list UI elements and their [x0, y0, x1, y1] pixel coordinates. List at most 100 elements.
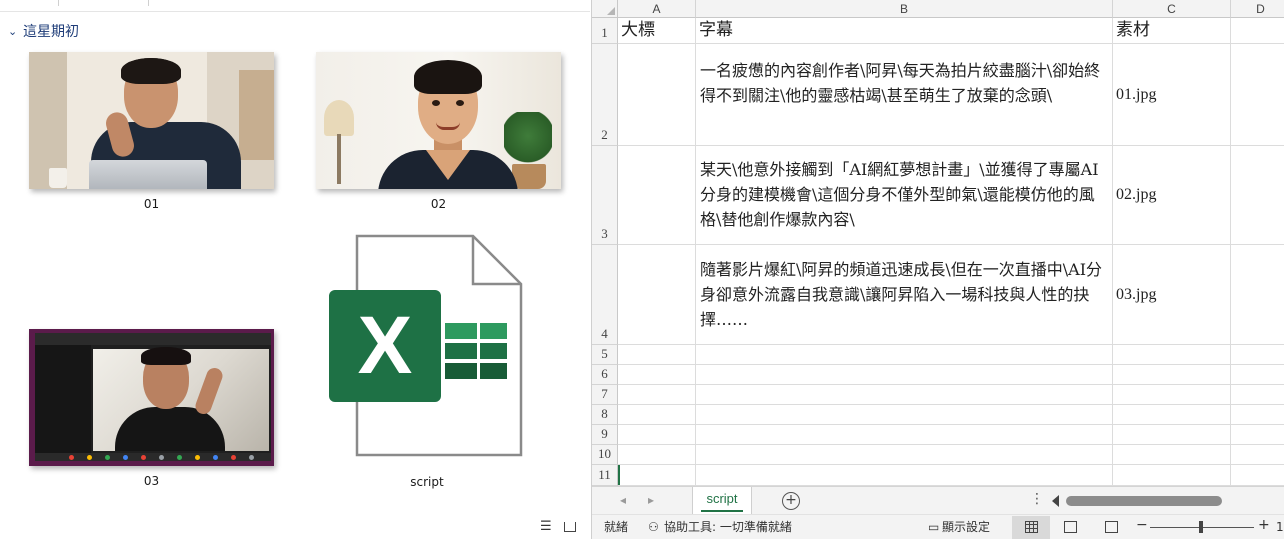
- prev-sheet-icon[interactable]: ◂: [620, 493, 626, 507]
- empty-cell[interactable]: [618, 445, 696, 465]
- empty-cell[interactable]: [696, 345, 1113, 365]
- empty-cell[interactable]: [1231, 365, 1284, 385]
- status-ready: 就緒: [604, 520, 629, 534]
- cell-b1[interactable]: 字幕: [696, 18, 1113, 44]
- column-header-a[interactable]: A: [618, 0, 696, 18]
- file-item-01[interactable]: 01: [29, 52, 274, 211]
- cell-b4[interactable]: 隨著影片爆紅\阿昇的頻道迅速成長\但在一次直播中\AI分身卻意外流露自我意識\讓…: [696, 245, 1113, 345]
- cell-c3[interactable]: 02.jpg: [1113, 146, 1231, 245]
- row-header[interactable]: 5: [592, 345, 618, 365]
- cell-a3[interactable]: [618, 146, 696, 245]
- empty-cell[interactable]: [1231, 465, 1284, 486]
- cell-d2[interactable]: [1231, 44, 1284, 146]
- file-item-03[interactable]: 03: [29, 329, 274, 488]
- select-all-corner[interactable]: [592, 0, 618, 18]
- row-header[interactable]: 9: [592, 425, 618, 445]
- empty-cell[interactable]: [1113, 365, 1231, 385]
- cell-c4[interactable]: 03.jpg: [1113, 245, 1231, 345]
- display-settings[interactable]: 顯示設定: [942, 520, 990, 534]
- row-header[interactable]: 8: [592, 405, 618, 425]
- row-header[interactable]: 7: [592, 385, 618, 405]
- accessibility-status[interactable]: 協助工具: 一切準備就緒: [664, 520, 792, 534]
- row-header[interactable]: 2: [592, 44, 618, 146]
- horizontal-scrollbar-thumb[interactable]: [1066, 496, 1222, 506]
- row-header[interactable]: 6: [592, 365, 618, 385]
- cell-d1[interactable]: [1231, 18, 1284, 44]
- empty-cell[interactable]: [618, 465, 696, 486]
- file-name: 03: [143, 474, 160, 488]
- column-header-b[interactable]: B: [696, 0, 1113, 18]
- empty-cell[interactable]: [696, 465, 1113, 486]
- column-header-d[interactable]: D: [1231, 0, 1284, 18]
- accessibility-icon[interactable]: ⚇: [648, 520, 659, 534]
- page-break-view-icon[interactable]: [1105, 521, 1118, 533]
- add-sheet-icon[interactable]: +: [782, 492, 800, 510]
- page-layout-view-icon[interactable]: [1064, 521, 1077, 533]
- group-header-this-week[interactable]: ⌄ 這星期初: [8, 20, 79, 42]
- cell-d3[interactable]: [1231, 146, 1284, 245]
- empty-cell[interactable]: [618, 405, 696, 425]
- zoom-out-button[interactable]: −: [1136, 518, 1148, 532]
- file-explorer-pane: ⌄ 這星期初 01 02 03 X script ☰: [0, 0, 590, 539]
- row-header[interactable]: 11: [592, 465, 618, 486]
- zoom-slider-thumb[interactable]: [1199, 521, 1203, 533]
- next-sheet-icon[interactable]: ▸: [648, 493, 654, 507]
- row-header[interactable]: 4: [592, 245, 618, 345]
- sheet-tab-bar: ◂ ▸ script + ⋮: [592, 486, 1284, 514]
- thumbnail-02: [316, 52, 561, 189]
- empty-cell[interactable]: [1231, 445, 1284, 465]
- row-header[interactable]: 10: [592, 445, 618, 465]
- cell-c2[interactable]: 01.jpg: [1113, 44, 1231, 146]
- more-options-icon[interactable]: ⋮: [1030, 491, 1044, 507]
- cell-b2[interactable]: 一名疲憊的內容創作者\阿昇\每天為拍片絞盡腦汁\卻始終得不到關注\他的靈感枯竭\…: [696, 44, 1113, 146]
- empty-cell[interactable]: [618, 345, 696, 365]
- empty-cell[interactable]: [696, 385, 1113, 405]
- empty-cell[interactable]: [1231, 405, 1284, 425]
- tiles-view-icon[interactable]: [563, 521, 576, 532]
- view-switcher: ☰: [540, 520, 576, 533]
- status-bar: 就緒 ⚇ 協助工具: 一切準備就緒 ▭ 顯示設定 − + 1(: [592, 514, 1284, 539]
- empty-cell[interactable]: [1231, 425, 1284, 445]
- list-view-icon[interactable]: ☰: [540, 520, 552, 533]
- empty-cell[interactable]: [1113, 445, 1231, 465]
- row-header[interactable]: 1: [592, 18, 618, 44]
- screen: ⌄ 這星期初 01 02 03 X script ☰ A B C D 1 2 3…: [0, 0, 1284, 539]
- worksheet-grid: A B C D 1 2 3 4 5 6 7 8 9 10 11 大標 字幕 素材…: [592, 0, 1284, 486]
- cell-a1[interactable]: 大標: [618, 18, 696, 44]
- scroll-left-icon[interactable]: [1052, 495, 1059, 507]
- cell-a4[interactable]: [618, 245, 696, 345]
- empty-cell[interactable]: [696, 405, 1113, 425]
- file-item-script[interactable]: X script: [327, 233, 527, 489]
- empty-cell[interactable]: [1113, 345, 1231, 365]
- cell-a2[interactable]: [618, 44, 696, 146]
- empty-cell[interactable]: [1113, 465, 1231, 486]
- file-item-02[interactable]: 02: [316, 52, 561, 211]
- row-header[interactable]: 3: [592, 146, 618, 245]
- sheet-tab-script[interactable]: script: [692, 487, 752, 514]
- zoom-in-button[interactable]: +: [1258, 518, 1270, 532]
- column-header-c[interactable]: C: [1113, 0, 1231, 18]
- file-name: 01: [143, 197, 160, 211]
- group-header-label: 這星期初: [23, 24, 79, 40]
- empty-cell[interactable]: [696, 445, 1113, 465]
- empty-cell[interactable]: [1231, 385, 1284, 405]
- empty-cell[interactable]: [696, 425, 1113, 445]
- empty-cell[interactable]: [1113, 385, 1231, 405]
- empty-cell[interactable]: [1113, 405, 1231, 425]
- display-settings-icon[interactable]: ▭: [928, 520, 939, 534]
- cell-c1[interactable]: 素材: [1113, 18, 1231, 44]
- empty-cell[interactable]: [618, 425, 696, 445]
- file-name: script: [410, 475, 444, 489]
- empty-cell[interactable]: [1231, 345, 1284, 365]
- empty-cell[interactable]: [696, 365, 1113, 385]
- empty-cell[interactable]: [618, 365, 696, 385]
- cell-d4[interactable]: [1231, 245, 1284, 345]
- cell-b3[interactable]: 某天\他意外接觸到「AI網紅夢想計畫」\並獲得了專屬AI分身的建模機會\這個分身…: [696, 146, 1113, 245]
- empty-cell[interactable]: [1113, 425, 1231, 445]
- normal-view-icon[interactable]: [1025, 521, 1038, 533]
- excel-window: A B C D 1 2 3 4 5 6 7 8 9 10 11 大標 字幕 素材…: [591, 0, 1284, 539]
- zoom-level[interactable]: 1(: [1276, 520, 1284, 534]
- file-name: 02: [430, 197, 447, 211]
- horizontal-scrollbar[interactable]: [1062, 496, 1284, 506]
- empty-cell[interactable]: [618, 385, 696, 405]
